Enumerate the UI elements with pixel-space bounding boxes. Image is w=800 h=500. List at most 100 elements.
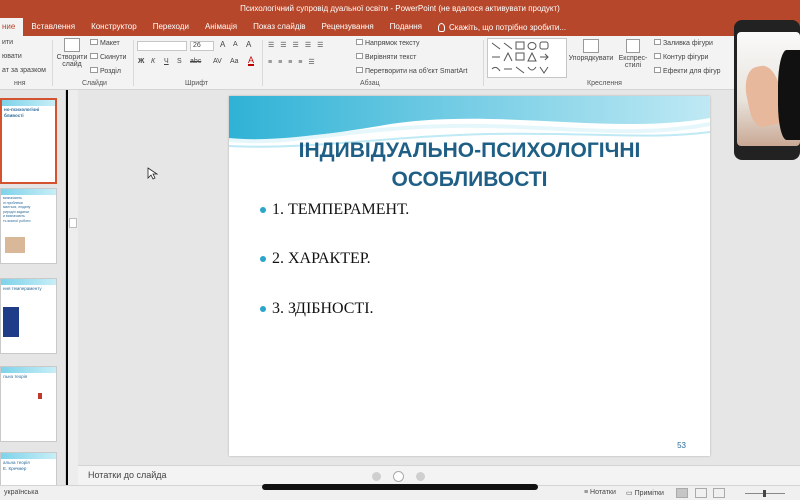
font-shrink-icon[interactable]: A [233, 41, 238, 48]
bullet-item[interactable]: 2. ХАРАКТЕР. [260, 250, 371, 268]
tab-animations[interactable]: Анімація [197, 18, 245, 36]
lightbulb-icon [437, 22, 445, 32]
shapes-gallery[interactable] [487, 38, 567, 78]
reset-label: Скинути [99, 54, 127, 61]
slide-title[interactable]: ІНДИВІДУАЛЬНО-ПСИХОЛОГІЧНІ ОСОБЛИВОСТІ [269, 136, 670, 194]
quick-styles-button[interactable]: Експрес- стилі [614, 39, 652, 69]
arrange-label: Упорядкувати [568, 55, 614, 62]
layout-button[interactable]: Макет [90, 39, 120, 47]
slide-sorter-icon[interactable] [695, 488, 707, 498]
font-grow-icon[interactable]: A [220, 40, 225, 49]
font-color-icon[interactable]: A [248, 56, 255, 66]
comments-toggle[interactable]: ▭ Примітки [626, 489, 664, 497]
current-slide[interactable]: ІНДИВІДУАЛЬНО-ПСИХОЛОГІЧНІ ОСОБЛИВОСТІ 1… [229, 96, 710, 456]
align-buttons[interactable]: ≡≡≡≡☰ [268, 58, 321, 66]
clear-format-icon[interactable]: A [246, 40, 251, 49]
bullet-item[interactable]: 3. ЗДІБНОСТІ. [260, 300, 374, 318]
language-indicator[interactable]: українська [4, 489, 38, 496]
mouse-pointer-icon [147, 167, 159, 180]
thumbnail-text: льна теорія [3, 374, 28, 379]
text-direction-button[interactable]: Напрямок тексту [356, 39, 419, 47]
change-case-icon[interactable]: Aa [230, 58, 239, 65]
text-direction-icon [356, 39, 363, 45]
font-name-combo[interactable] [137, 41, 187, 51]
underline-button[interactable]: Ч [164, 58, 169, 65]
normal-view-icon[interactable] [676, 488, 688, 498]
font-group-label: Шрифт [185, 80, 209, 87]
slide-thumbnail[interactable]: визначають ні проблеми мається, людину р… [0, 188, 57, 264]
tab-review[interactable]: Рецензування [314, 18, 382, 36]
slide-thumbnail-pane[interactable]: но-психологічні бливості визначають ні п… [0, 90, 66, 492]
tab-home[interactable]: ние [0, 18, 24, 36]
zoom-slider[interactable] [745, 490, 785, 497]
shape-effects-label: Ефекти для фігур [662, 68, 721, 75]
bold-button[interactable]: Ж [138, 58, 144, 65]
effects-icon [654, 67, 661, 73]
layout-label: Макет [99, 40, 120, 47]
bullet-dot-icon [260, 256, 266, 262]
arrange-icon [583, 39, 599, 53]
list-buttons[interactable]: ☰☰☰☰☰ [268, 41, 329, 49]
thumbnail-figure [38, 393, 42, 399]
reset-icon [90, 53, 98, 59]
home-indicator-bar[interactable] [262, 484, 538, 490]
tab-transitions[interactable]: Переходи [145, 18, 197, 36]
smartart-icon [356, 67, 363, 73]
thumbnail-scrollbar[interactable] [68, 90, 78, 485]
shape-outline-label: Контур фігури [662, 54, 709, 61]
shadow-button[interactable]: S [177, 58, 182, 65]
reading-view-icon[interactable] [713, 488, 725, 498]
bullet-text: 1. ТЕМПЕРАМЕНТ. [272, 201, 410, 218]
page-dot-active[interactable] [393, 471, 404, 482]
convert-smartart-label: Перетворити на об'єкт SmartArt [364, 68, 468, 75]
tab-slide-show[interactable]: Показ слайдів [245, 18, 313, 36]
reset-button[interactable]: Скинути [90, 53, 126, 61]
person-hair [778, 50, 800, 140]
font-size-combo[interactable]: 26 [190, 41, 214, 51]
title-bar: Психологічний супровід дуальної освіти -… [0, 0, 800, 18]
notes-pane[interactable]: Нотатки до слайда [78, 465, 800, 485]
strikethrough-button[interactable]: abc [190, 58, 201, 65]
quick-styles-icon [626, 39, 640, 53]
slide-thumbnail[interactable]: льна теорія [0, 366, 57, 442]
shape-fill-button[interactable]: Заливка фігури [654, 39, 713, 47]
convert-smartart-button[interactable]: Перетворити на об'єкт SmartArt [356, 67, 467, 75]
thumbnail-text: ння темпераменту [3, 286, 42, 291]
scrollbar-thumb[interactable] [69, 218, 77, 228]
tell-me-box[interactable]: Скажіть, що потрібно зробити... [430, 22, 566, 32]
italic-button[interactable]: К [151, 58, 155, 65]
cut-button[interactable]: ити [2, 39, 13, 46]
video-call-thumbnail[interactable] [734, 20, 800, 160]
char-spacing-icon[interactable]: AV [213, 58, 222, 65]
align-text-button[interactable]: Вирівняти текст [356, 53, 416, 61]
slide-thumbnail[interactable]: ння темпераменту [0, 278, 57, 354]
notes-toggle-label: Нотатки [590, 489, 616, 496]
bullet-item[interactable]: 1. ТЕМПЕРАМЕНТ. [260, 201, 409, 219]
copy-button[interactable]: ювати [2, 53, 22, 60]
section-button[interactable]: Розділ [90, 67, 121, 75]
new-slide-button[interactable]: Створити слайд [55, 38, 89, 68]
video-frame [737, 32, 800, 146]
arrange-button[interactable]: Упорядкувати [568, 39, 614, 62]
zoom-slider-thumb[interactable] [763, 490, 766, 497]
format-painter-button[interactable]: ат за зразком [2, 67, 46, 74]
tab-design[interactable]: Конструктор [83, 18, 145, 36]
ribbon-separator [133, 40, 134, 86]
pen-icon [654, 53, 661, 59]
shape-effects-button[interactable]: Ефекти для фігур [654, 67, 721, 75]
shape-outline-button[interactable]: Контур фігури [654, 53, 708, 61]
slide-number: 53 [677, 441, 686, 450]
new-slide-label-1: Створити [56, 54, 88, 61]
section-icon [90, 67, 98, 73]
notes-toggle[interactable]: ≡ Нотатки [584, 489, 616, 496]
new-slide-icon [64, 38, 80, 52]
shapes-gallery-icon [491, 41, 549, 74]
ribbon: ити ювати ат за зразком ння Створити сла… [0, 36, 800, 90]
page-dot[interactable] [372, 472, 381, 481]
page-dot[interactable] [416, 472, 425, 481]
slide-title-line-1: ІНДИВІДУАЛЬНО-ПСИХОЛОГІЧНІ [298, 139, 641, 162]
tab-insert[interactable]: Вставлення [23, 18, 83, 36]
tab-view[interactable]: Подання [382, 18, 430, 36]
slide-title-line-2: ОСОБЛИВОСТІ [391, 168, 548, 191]
slide-thumbnail[interactable]: но-психологічні бливості [0, 98, 57, 184]
